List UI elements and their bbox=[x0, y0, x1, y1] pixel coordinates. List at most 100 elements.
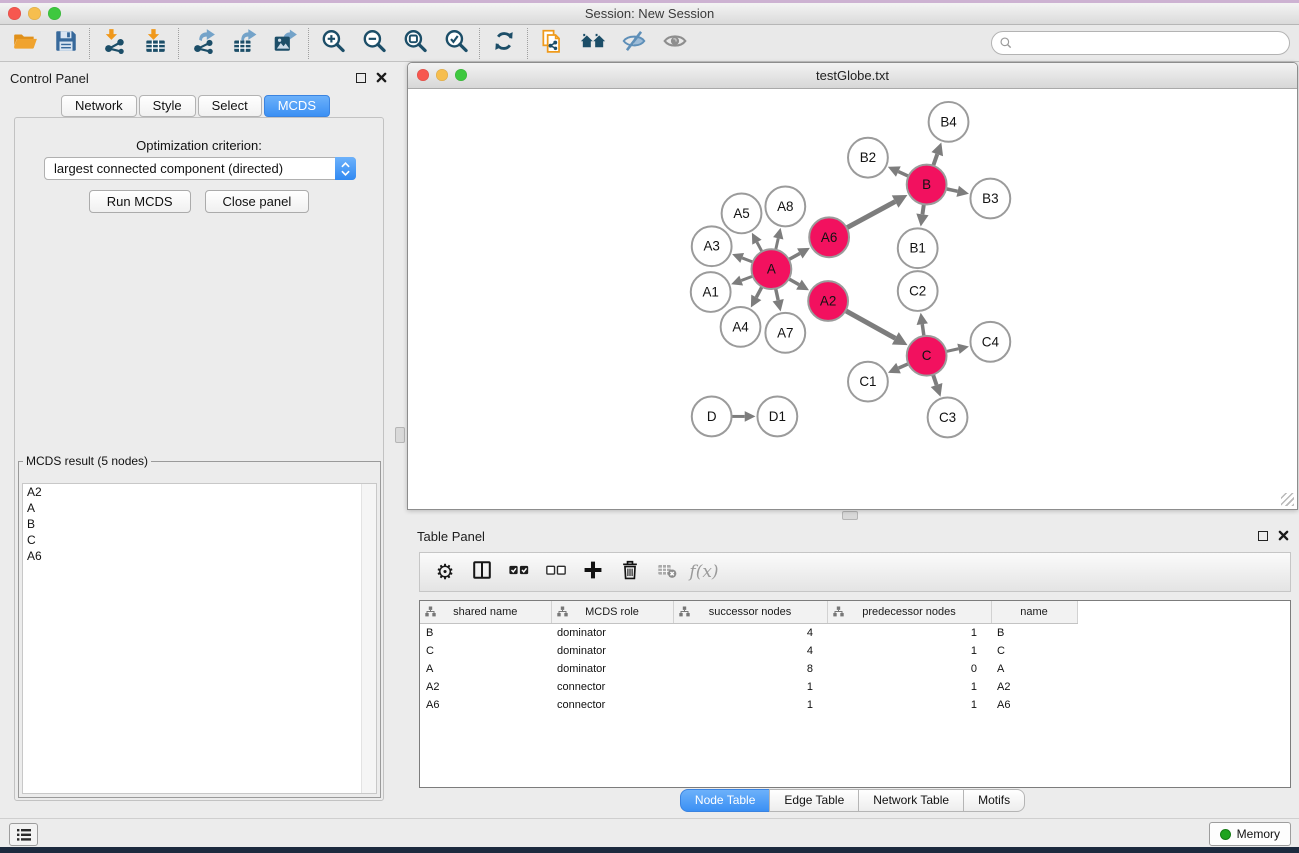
table-float-panel-icon[interactable] bbox=[1258, 531, 1268, 541]
mcds-result-title: MCDS result (5 nodes) bbox=[23, 454, 151, 468]
tab-style[interactable]: Style bbox=[139, 95, 196, 117]
graph-node-C1[interactable]: C1 bbox=[848, 362, 888, 402]
search-input[interactable] bbox=[1013, 34, 1289, 52]
zoom-fit-button[interactable] bbox=[394, 27, 435, 60]
horizontal-split-gripper[interactable] bbox=[842, 511, 858, 520]
graph-node-C3[interactable]: C3 bbox=[928, 398, 968, 438]
result-list-item[interactable]: A bbox=[23, 500, 376, 516]
graph-node-D1[interactable]: D1 bbox=[757, 397, 797, 437]
task-history-button[interactable] bbox=[9, 823, 38, 846]
result-list-item[interactable]: B bbox=[23, 516, 376, 532]
add-column-button[interactable] bbox=[578, 557, 608, 587]
graph-node-B[interactable]: B bbox=[907, 165, 947, 205]
tab-edge-table[interactable]: Edge Table bbox=[769, 789, 859, 812]
export-image-button[interactable] bbox=[264, 27, 305, 60]
graph-node-C[interactable]: C bbox=[907, 336, 947, 376]
trash-icon bbox=[619, 559, 641, 586]
graph-node-B1[interactable]: B1 bbox=[898, 228, 938, 268]
export-table-button[interactable] bbox=[223, 27, 264, 60]
export-network-button[interactable] bbox=[182, 27, 223, 60]
tab-network[interactable]: Network bbox=[61, 95, 137, 117]
tab-mcds[interactable]: MCDS bbox=[264, 95, 330, 117]
export-table-icon bbox=[231, 28, 257, 59]
import-network-button[interactable] bbox=[93, 27, 134, 60]
table-header-row[interactable]: shared name MCDS role successor nodes pr… bbox=[420, 601, 1077, 624]
criterion-dropdown[interactable]: largest connected component (directed) bbox=[44, 157, 356, 180]
vertical-split-gripper[interactable] bbox=[395, 427, 405, 443]
float-panel-icon[interactable] bbox=[356, 73, 366, 83]
table-row[interactable]: Adominator80A bbox=[420, 660, 1077, 678]
mcds-result-list[interactable]: A2ABCA6 bbox=[22, 483, 377, 794]
graph-node-B4[interactable]: B4 bbox=[929, 102, 969, 142]
result-list-item[interactable]: C bbox=[23, 532, 376, 548]
houses-icon bbox=[580, 28, 606, 59]
graph-node-A[interactable]: A bbox=[751, 249, 791, 289]
table-row[interactable]: Cdominator41C bbox=[420, 642, 1077, 660]
import-table-button[interactable] bbox=[134, 27, 175, 60]
result-list-item[interactable]: A6 bbox=[23, 548, 376, 564]
table-close-panel-icon[interactable] bbox=[1278, 530, 1289, 541]
tab-node-table[interactable]: Node Table bbox=[680, 789, 771, 812]
graph-node-A8[interactable]: A8 bbox=[765, 187, 805, 227]
main-toolbar bbox=[0, 25, 1299, 62]
network-canvas[interactable]: B4 B2 B B3 A8 A5 A6 A3 B1 A C2 A1 A2 A4 A7 C4 C C1 C3 D D1 bbox=[409, 89, 1296, 508]
first-neighbors-button[interactable] bbox=[572, 27, 613, 60]
open-session-button[interactable] bbox=[4, 27, 45, 60]
svg-text:A7: A7 bbox=[777, 325, 793, 340]
graph-node-A3[interactable]: A3 bbox=[692, 226, 732, 266]
unchecked-boxes-icon bbox=[545, 559, 567, 586]
import-network-icon bbox=[101, 28, 127, 59]
deselect-all-button[interactable] bbox=[541, 557, 571, 587]
app-window: Session: New Session Control Panel bbox=[0, 0, 1299, 853]
tab-network-table[interactable]: Network Table bbox=[858, 789, 964, 812]
column-header-predecessor-nodes: predecessor nodes bbox=[827, 601, 991, 624]
zoom-out-button[interactable] bbox=[353, 27, 394, 60]
select-all-button[interactable] bbox=[504, 557, 534, 587]
zoom-selected-button[interactable] bbox=[435, 27, 476, 60]
hide-selected-button[interactable] bbox=[613, 27, 654, 60]
tab-select[interactable]: Select bbox=[198, 95, 262, 117]
function-builder-button[interactable]: f(x) bbox=[689, 557, 719, 587]
table-row[interactable]: Bdominator41B bbox=[420, 624, 1077, 643]
result-list-item[interactable]: A2 bbox=[23, 484, 376, 500]
table-options-button[interactable]: ⚙ bbox=[430, 557, 460, 587]
svg-text:A8: A8 bbox=[777, 199, 793, 214]
table-row[interactable]: A6connector11A6 bbox=[420, 696, 1077, 714]
delete-table-button[interactable] bbox=[652, 557, 682, 587]
window-resize-grip[interactable] bbox=[1281, 493, 1294, 506]
tab-motifs[interactable]: Motifs bbox=[963, 789, 1025, 812]
graph-node-A5[interactable]: A5 bbox=[722, 194, 762, 234]
svg-text:B4: B4 bbox=[940, 114, 957, 129]
delete-column-button[interactable] bbox=[615, 557, 645, 587]
column-view-button[interactable] bbox=[467, 557, 497, 587]
graph-node-A2[interactable]: A2 bbox=[808, 281, 848, 321]
show-all-button[interactable] bbox=[654, 27, 695, 60]
graph-node-A4[interactable]: A4 bbox=[721, 307, 761, 347]
result-scrollbar[interactable] bbox=[361, 484, 376, 793]
graph-node-C2[interactable]: C2 bbox=[898, 271, 938, 311]
save-session-button[interactable] bbox=[45, 27, 86, 60]
new-network-from-selection-button[interactable] bbox=[531, 27, 572, 60]
graph-node-D[interactable]: D bbox=[692, 397, 732, 437]
table-row[interactable]: A2connector11A2 bbox=[420, 678, 1077, 696]
run-mcds-button[interactable]: Run MCDS bbox=[89, 190, 191, 213]
svg-text:A: A bbox=[767, 262, 776, 277]
close-panel-button[interactable]: Close panel bbox=[205, 190, 310, 213]
refresh-network-button[interactable] bbox=[483, 27, 524, 60]
memory-button[interactable]: Memory bbox=[1209, 822, 1291, 846]
graph-node-C4[interactable]: C4 bbox=[970, 322, 1010, 362]
close-panel-icon[interactable] bbox=[376, 72, 387, 83]
search-field[interactable] bbox=[991, 31, 1290, 55]
graph-node-A1[interactable]: A1 bbox=[691, 272, 731, 312]
graph-node-A7[interactable]: A7 bbox=[765, 313, 805, 353]
network-window-titlebar[interactable]: testGlobe.txt bbox=[408, 63, 1297, 89]
node-table[interactable]: shared name MCDS role successor nodes pr… bbox=[419, 600, 1291, 788]
svg-text:C2: C2 bbox=[909, 284, 926, 299]
graph-node-A6[interactable]: A6 bbox=[809, 217, 849, 257]
graph-node-B2[interactable]: B2 bbox=[848, 138, 888, 178]
zoom-in-button[interactable] bbox=[312, 27, 353, 60]
graph-node-B3[interactable]: B3 bbox=[970, 179, 1010, 219]
table-panel-tabs: Node Table Edge Table Network Table Moti… bbox=[407, 789, 1299, 812]
toolbar-separator bbox=[308, 28, 309, 59]
svg-text:C1: C1 bbox=[859, 374, 876, 389]
